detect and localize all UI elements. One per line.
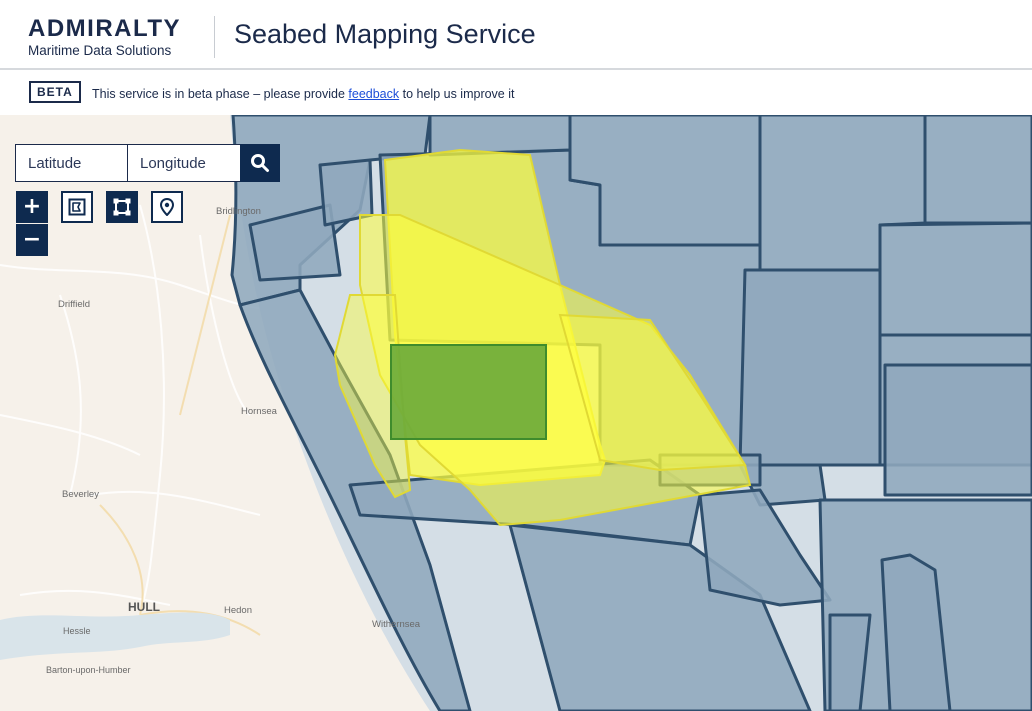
bounding-box-icon <box>113 198 131 216</box>
place-label: Hedon <box>224 605 252 616</box>
zoom-out-button[interactable]: − <box>16 224 48 256</box>
coverage-polygon[interactable] <box>878 221 1032 337</box>
app-page: ADMIRALTY Maritime Data Solutions Seabed… <box>0 0 1032 711</box>
beta-text-before: This service is in beta phase – please p… <box>92 87 345 101</box>
place-marker-button[interactable] <box>151 191 183 223</box>
place-label: HULL <box>128 600 160 614</box>
selection-box[interactable] <box>390 344 547 440</box>
place-label: Hornsea <box>241 406 278 417</box>
brand-subtitle: Maritime Data Solutions <box>28 43 172 58</box>
coverage-polygon[interactable] <box>568 115 762 247</box>
polygon-icon <box>68 198 86 216</box>
coverage-polygon[interactable] <box>923 115 1032 225</box>
admiralty-logo[interactable]: ADMIRALTY Maritime Data Solutions <box>28 16 208 60</box>
latitude-input[interactable] <box>15 144 128 182</box>
place-label: Withernsea <box>372 619 421 630</box>
search-button[interactable] <box>240 144 280 182</box>
search-icon <box>251 154 269 172</box>
place-label: Beverley <box>62 489 99 500</box>
brand-title: ADMIRALTY <box>28 15 182 42</box>
place-label: Bridlington <box>216 206 261 217</box>
zoom-in-button[interactable]: + <box>16 191 48 223</box>
header-divider <box>214 16 215 58</box>
coordinate-search <box>15 144 280 182</box>
place-label: Barton-upon-Humber <box>46 665 131 675</box>
beta-banner: BETA This service is in beta phase – ple… <box>0 70 1032 115</box>
draw-box-button[interactable] <box>106 191 138 223</box>
map-pin-icon <box>159 198 175 216</box>
service-title[interactable]: Seabed Mapping Service <box>234 18 536 50</box>
draw-polygon-button[interactable] <box>61 191 93 223</box>
beta-tag: BETA <box>29 81 81 103</box>
place-label: Driffield <box>58 299 90 310</box>
site-header: ADMIRALTY Maritime Data Solutions Seabed… <box>0 0 1032 70</box>
beta-message: This service is in beta phase – please p… <box>92 86 514 102</box>
coverage-polygon[interactable] <box>428 115 572 157</box>
feedback-link[interactable]: feedback <box>348 87 399 101</box>
place-label: Hessle <box>63 626 91 636</box>
coverage-polygon[interactable] <box>883 363 1032 497</box>
beta-text-after: to help us improve it <box>402 87 515 101</box>
longitude-input[interactable] <box>127 144 241 182</box>
map-view[interactable]: Bridlington Driffield Hornsea Beverley H… <box>0 115 1032 711</box>
coverage-polygon[interactable] <box>738 268 882 467</box>
